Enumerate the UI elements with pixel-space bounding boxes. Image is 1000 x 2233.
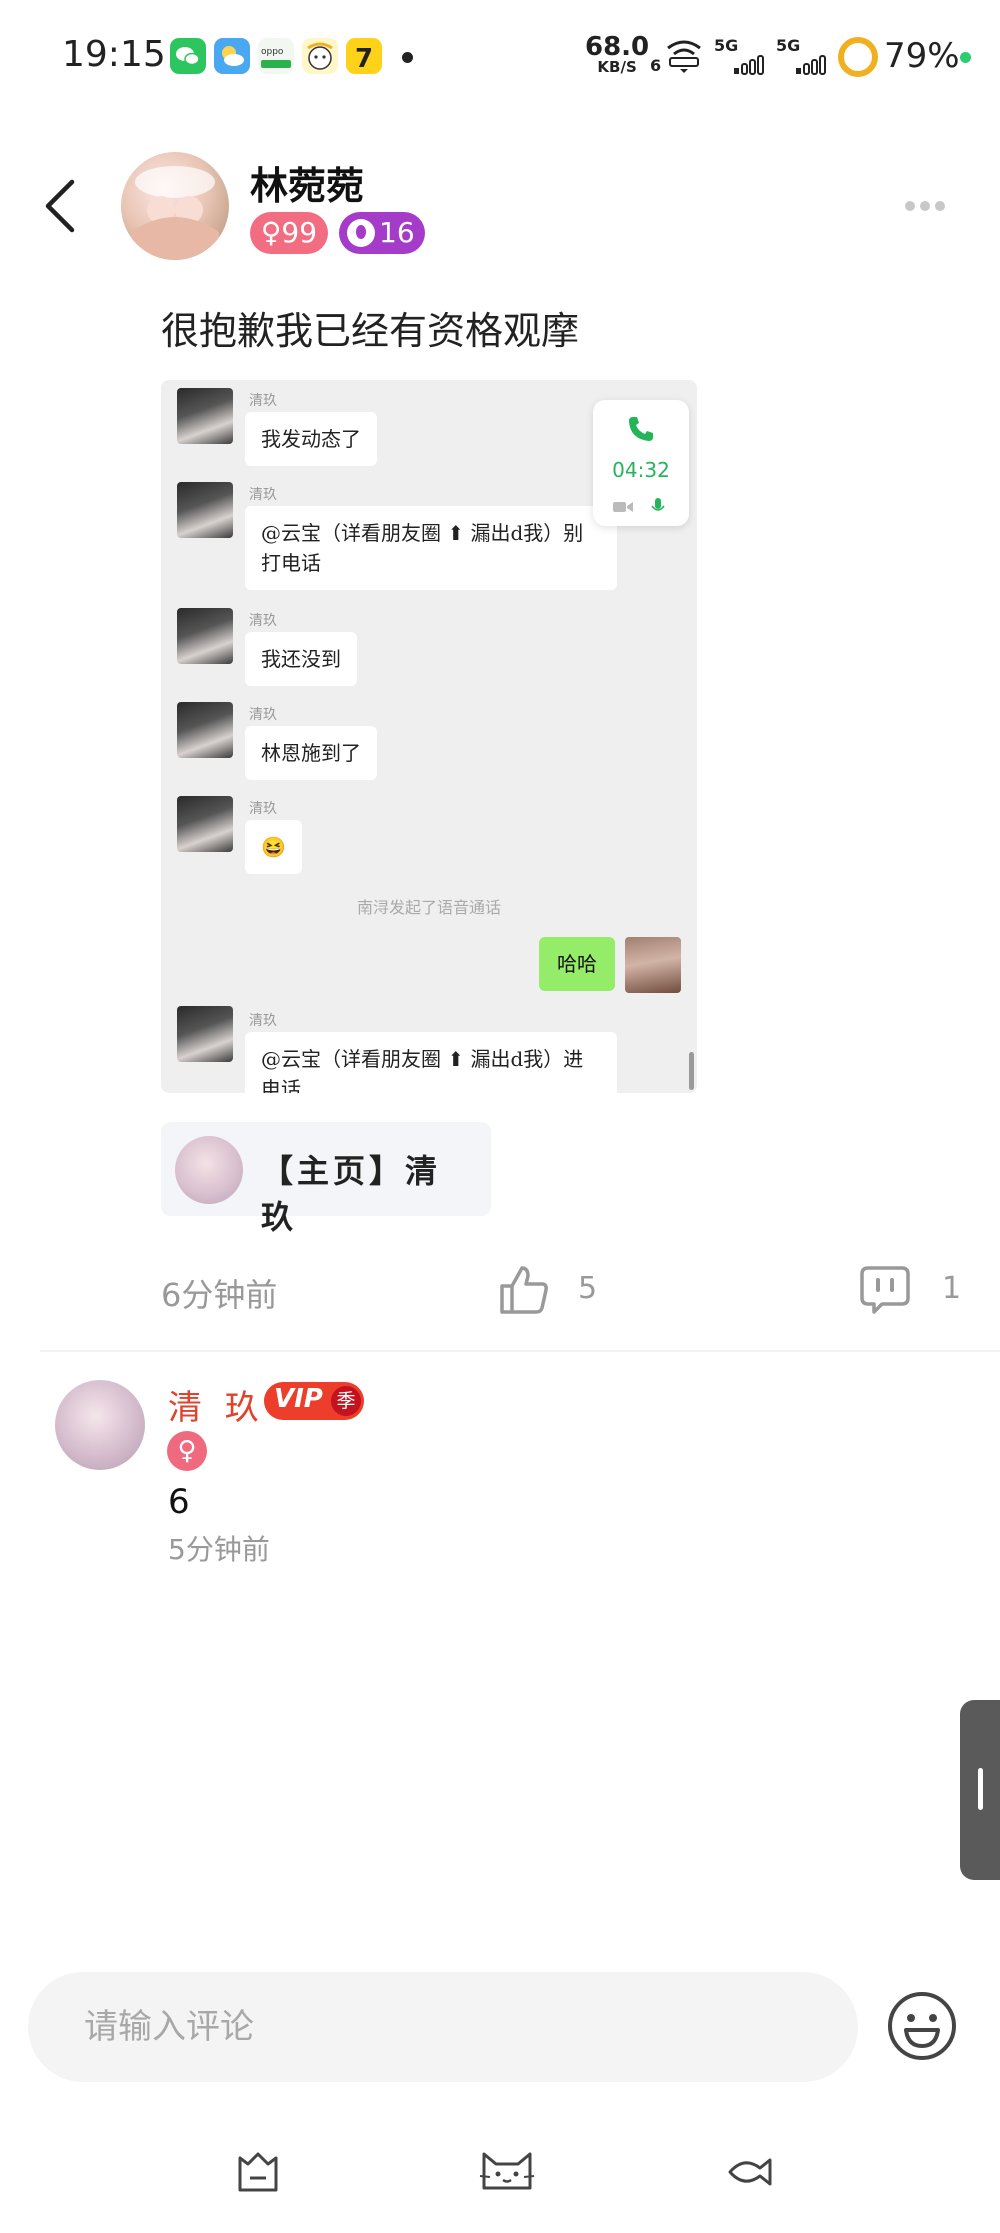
nav-home-icon[interactable] [232,2148,284,2196]
signal-bars-icon-1 [714,54,770,76]
signal-label-2: 5G [776,36,801,55]
voice-call-card: 04:32 [593,400,689,526]
signal-bars-icon-2 [776,54,832,76]
homepage-link-avatar [175,1136,243,1204]
cartoon-app-icon [302,38,338,74]
vip-label: VIP [274,1384,323,1414]
net-speed-value: 68.0 [585,32,650,62]
sim-index: 6 [650,56,662,75]
chat-bubble: 林恩施到了 [245,726,377,780]
chat-avatar [177,702,233,758]
commenter-avatar[interactable] [55,1380,145,1470]
homepage-link-text: 【主页】清 玖 [261,1152,442,1236]
chat-bubble: 我发动态了 [245,412,377,466]
smiley-icon [888,1992,956,2060]
comment-button[interactable] [858,1264,912,1316]
vip-tier: 季 [331,1386,361,1416]
qimao-icon: 7 [346,38,382,74]
chat-sender: 清玖 [249,613,277,629]
author-name[interactable]: 林菀菀 [250,155,364,210]
signal-label-1: 5G [714,36,739,55]
system-message: 南浔发起了语音通话 [356,898,501,917]
chat-avatar [177,482,233,538]
comment-text: 6 [168,1482,190,1522]
mic-icon [651,498,665,511]
emoji-button[interactable] [886,1990,958,2062]
image-scrollbar [689,1052,694,1090]
my-chat-avatar [625,937,681,993]
status-time: 19:15 [62,34,166,75]
chat-bubble: 我还没到 [245,632,357,686]
back-arrow-icon [45,179,75,233]
post-image[interactable]: 清玖 我发动态了 清玖 @云宝（详看朋友圈 ⬆ 漏出d我）别打电话 清玖 我还没… [161,380,697,1093]
back-button[interactable] [38,176,86,236]
call-duration: 04:32 [612,458,670,482]
commenter-name[interactable]: 清 玖 [168,1380,265,1429]
divider [40,1350,1000,1352]
chat-bubble-emoji: 😆 [245,820,302,874]
level-badge: 16 [339,212,425,254]
chat-bubble: @云宝（详看朋友圈 ⬆ 漏出d我）进电话 [245,1032,617,1093]
chat-avatar [177,1006,233,1062]
wechat-icon [170,38,206,74]
nav-cat-icon[interactable] [478,2148,536,2196]
chat-bubble: @云宝（详看朋友圈 ⬆ 漏出d我）别打电话 [245,506,617,590]
more-options-button[interactable] [905,196,955,216]
vip-badge: VIP 季 [264,1382,364,1420]
like-count: 5 [578,1271,598,1306]
svg-text:7: 7 [355,44,373,74]
net-speed: 68.0 KB/S [585,34,649,75]
my-chat-bubble: 哈哈 [539,937,615,991]
chat-avatar [177,608,233,664]
video-icon [613,502,633,512]
battery-level: 79% [884,36,960,76]
gem-icon [347,219,375,247]
gender-age-badge: ♀99 [250,212,328,254]
wifi-icon [664,34,704,74]
commenter-gender-badge: ♀ [167,1431,207,1471]
author-avatar[interactable] [121,152,229,260]
weather-icon [214,38,250,74]
nav-fish-icon[interactable] [726,2148,774,2196]
net-speed-unit: KB/S [597,58,637,76]
comment-input[interactable] [28,1972,858,2082]
comment-bubble-icon [860,1266,910,1314]
homepage-link-card[interactable]: 【主页】清 玖 [161,1122,491,1236]
notification-dot [402,52,413,63]
like-button[interactable] [498,1264,550,1316]
comment-count: 1 [942,1271,962,1306]
side-drawer-handle[interactable] [960,1700,1000,1880]
battery-icon [838,37,878,77]
comment-time: 5分钟前 [168,1533,270,1566]
chat-sender: 清玖 [249,487,277,503]
chat-sender: 清玖 [249,707,277,723]
thumbs-up-icon [500,1266,548,1314]
svg-text:oppo: oppo [261,47,284,57]
oppo-icon: oppo [258,38,294,74]
level-value: 16 [379,216,415,249]
post-text: 很抱歉我已经有资格观摩 [161,309,580,353]
phone-icon [629,417,653,441]
chat-sender: 清玖 [249,801,277,817]
chat-avatar [177,796,233,852]
post-time: 6分钟前 [161,1276,278,1314]
chat-avatar [177,388,233,444]
charging-dot [960,52,971,63]
chat-sender: 清玖 [249,393,277,409]
chat-sender: 清玖 [249,1013,277,1029]
